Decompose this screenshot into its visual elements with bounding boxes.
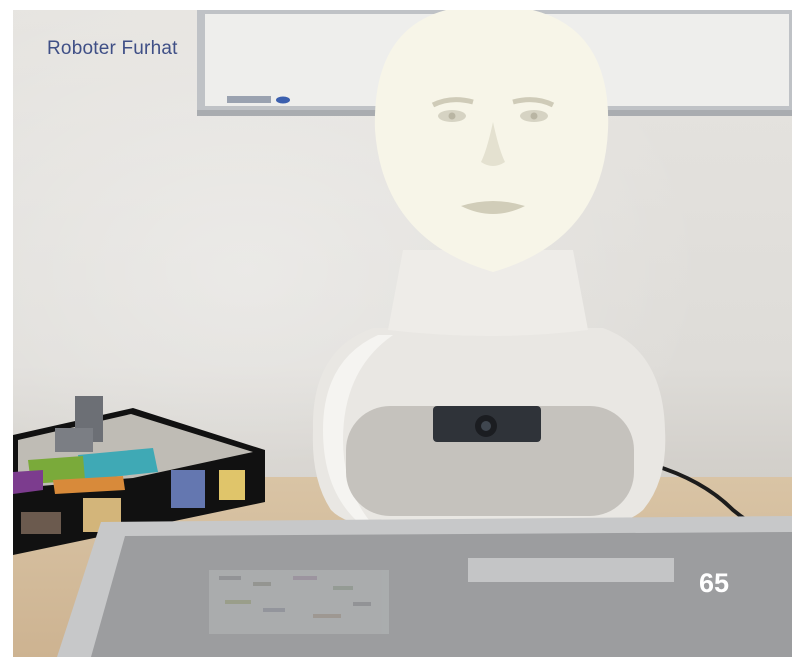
robot-base — [312, 328, 666, 530]
box-label — [21, 512, 61, 534]
touchscreen-tablet — [57, 516, 792, 657]
screen-puzzle-pieces — [209, 570, 389, 634]
screen-banner — [468, 558, 674, 582]
robot-face — [374, 10, 609, 272]
scene-drawing — [13, 10, 792, 657]
photo-caption-title: Roboter Furhat — [47, 38, 178, 59]
block-purple — [13, 470, 43, 494]
page-number: 65 — [699, 568, 730, 598]
photo: Roboter Furhat 65 — [13, 10, 792, 657]
